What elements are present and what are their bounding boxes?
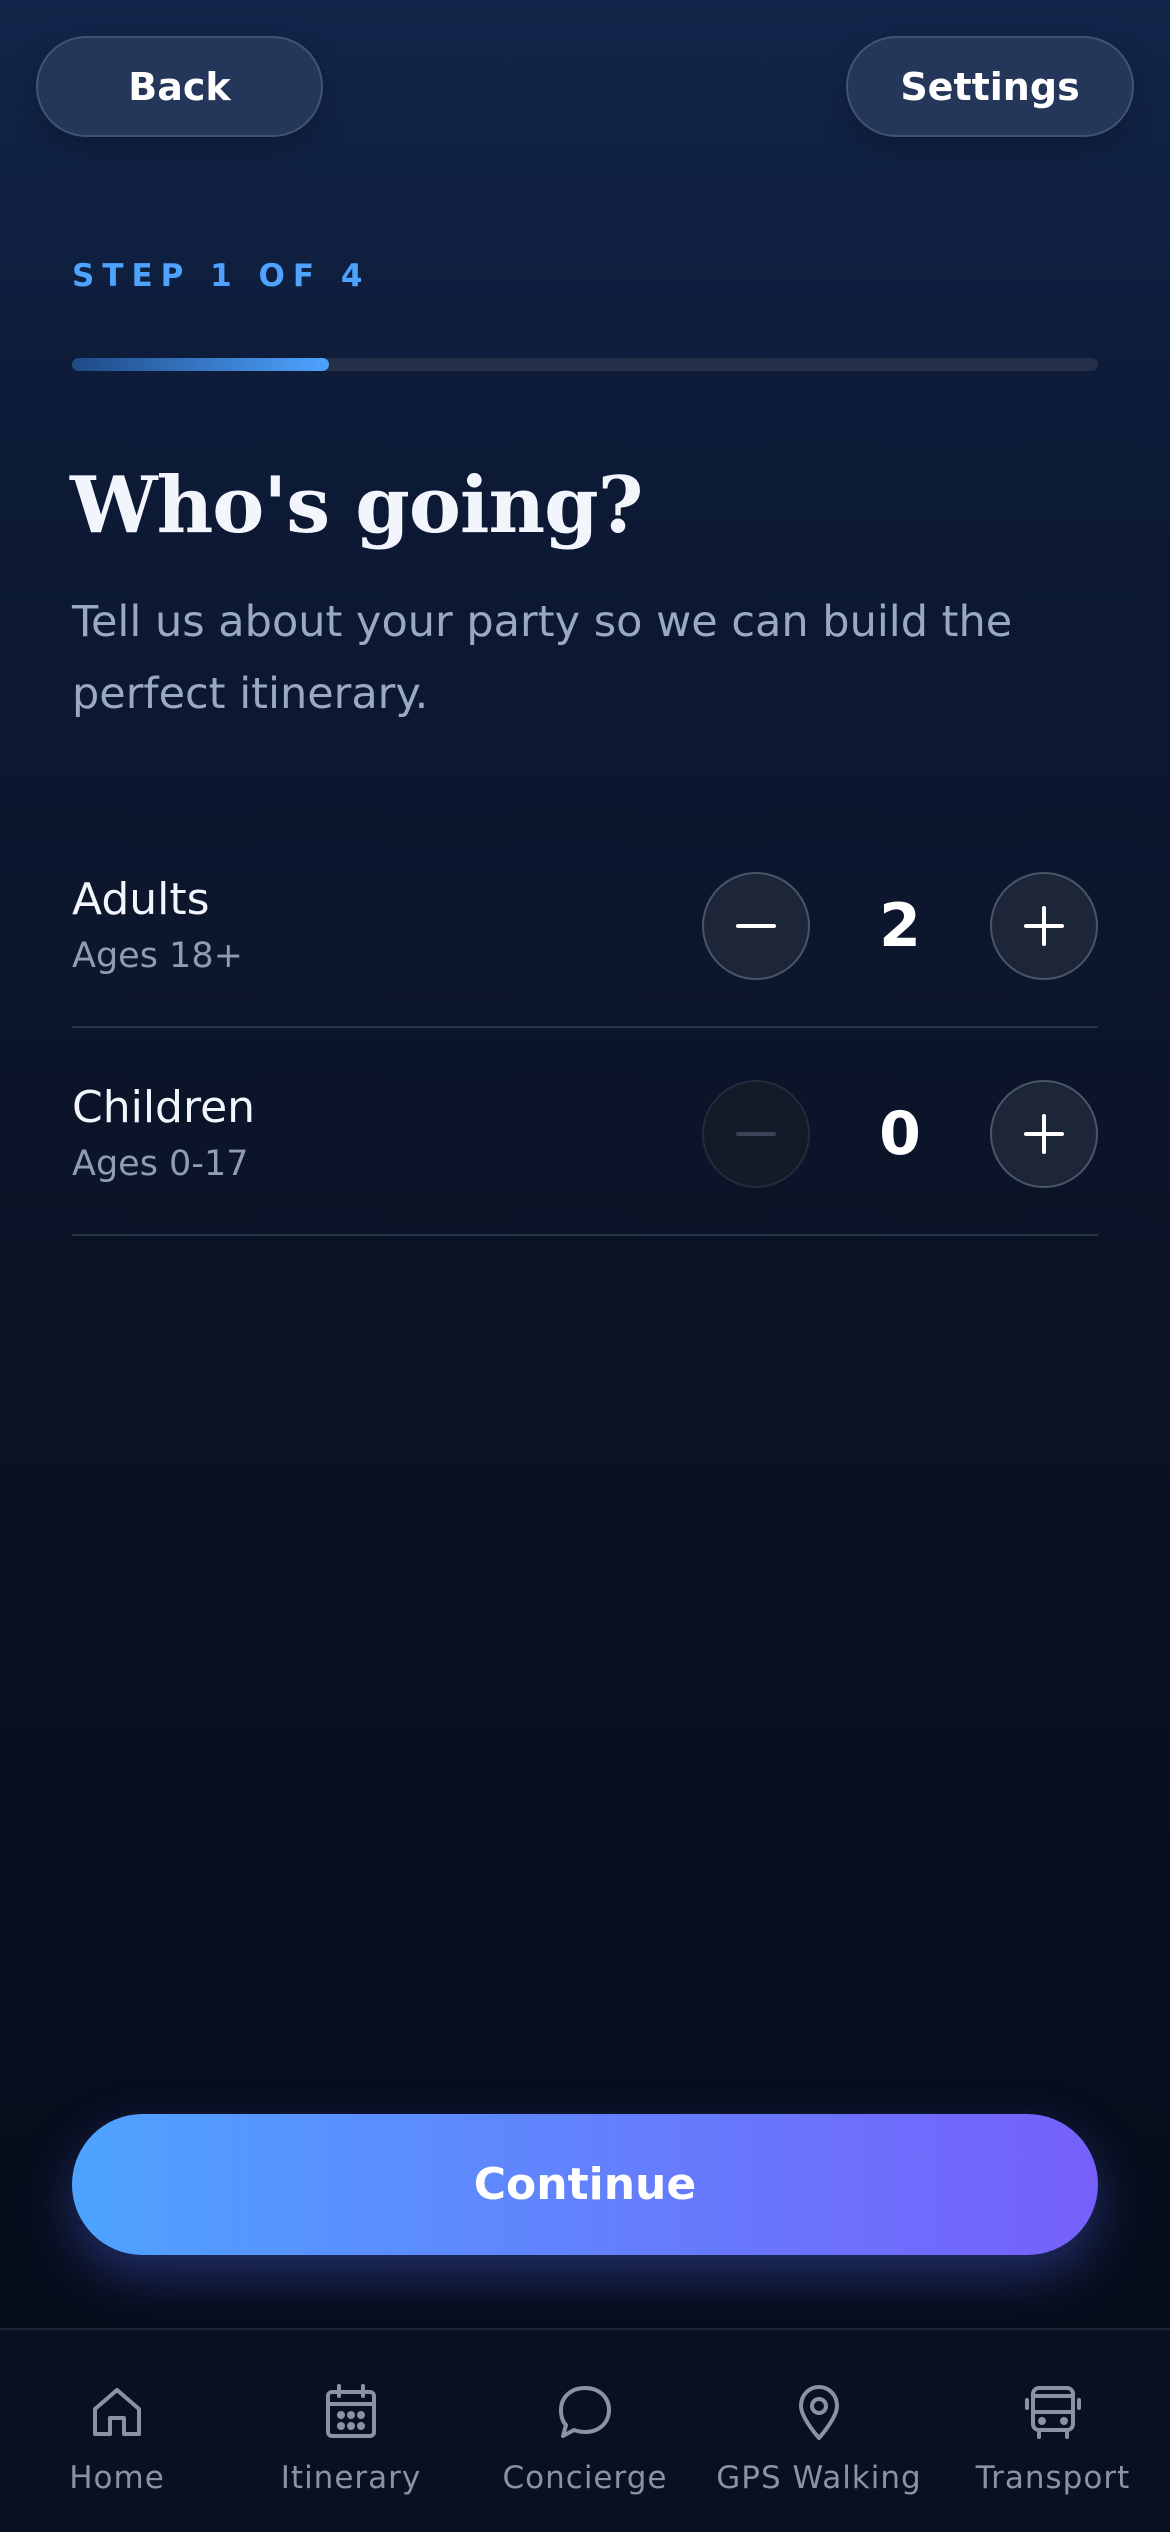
home-icon — [93, 2388, 141, 2436]
children-increment-button[interactable] — [990, 1080, 1098, 1188]
tab-label: Concierge — [502, 2460, 668, 2496]
adults-decrement-button[interactable] — [702, 872, 810, 980]
tab-label: Transport — [975, 2460, 1131, 2496]
adults-increment-button[interactable] — [990, 872, 1098, 980]
continue-button[interactable]: Continue — [72, 2114, 1098, 2255]
tab-label: Home — [69, 2460, 165, 2496]
adults-counter-row: Adults Ages 18+ 2 — [72, 822, 1098, 1028]
children-count: 0 — [879, 1099, 921, 1169]
adults-label: Adults — [72, 874, 210, 925]
bus-icon — [1025, 2386, 1081, 2439]
children-label: Children — [72, 1082, 256, 1133]
adults-count: 2 — [879, 891, 921, 961]
progress-bar — [72, 358, 1098, 371]
tab-transport[interactable]: Transport — [936, 2330, 1170, 2532]
progress-fill — [72, 358, 329, 371]
tab-label: Itinerary — [280, 2460, 422, 2496]
children-age-range: Ages 0-17 — [72, 1144, 249, 1184]
bottom-tab-bar: Home Itinerary Concierge GPS Walking Tra… — [0, 2328, 1170, 2532]
back-button[interactable]: Back — [36, 36, 323, 137]
plus-icon — [1024, 1114, 1064, 1154]
chat-bubble-icon — [559, 2386, 611, 2438]
settings-button[interactable]: Settings — [846, 36, 1134, 137]
minus-icon — [736, 1132, 776, 1136]
tab-gps-walking[interactable]: GPS Walking — [702, 2330, 936, 2532]
calendar-icon — [326, 2384, 376, 2438]
tab-itinerary[interactable]: Itinerary — [234, 2330, 468, 2532]
children-decrement-button[interactable] — [702, 1080, 810, 1188]
page-subtitle: Tell us about your party so we can build… — [72, 597, 1013, 719]
page-title: Who's going? — [70, 460, 643, 551]
plus-icon — [1024, 906, 1064, 946]
tab-home[interactable]: Home — [0, 2330, 234, 2532]
step-indicator: STEP 1 OF 4 — [72, 258, 371, 294]
map-pin-icon — [799, 2385, 839, 2440]
tab-concierge[interactable]: Concierge — [468, 2330, 702, 2532]
tab-label: GPS Walking — [716, 2460, 922, 2496]
minus-icon — [736, 924, 776, 928]
children-counter-row: Children Ages 0-17 0 — [72, 1030, 1098, 1236]
adults-age-range: Ages 18+ — [72, 936, 243, 976]
